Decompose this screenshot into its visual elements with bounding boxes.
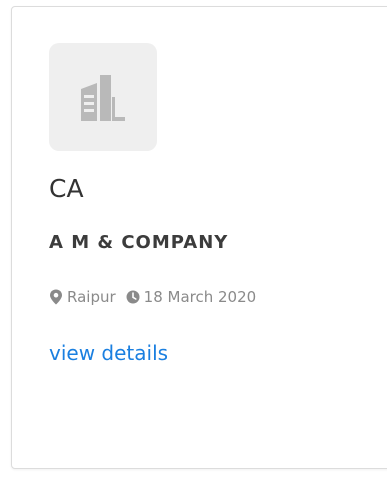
building-icon (81, 75, 125, 121)
map-pin-icon (49, 289, 63, 305)
job-role: CA (49, 174, 84, 203)
company-logo (49, 43, 157, 151)
job-location: Raipur (67, 288, 116, 306)
job-card: CA A M & COMPANY Raipur 18 March 2020 vi… (11, 6, 387, 469)
clock-icon (126, 289, 140, 305)
job-meta: Raipur 18 March 2020 (49, 287, 256, 307)
view-details-link[interactable]: view details (49, 340, 168, 366)
posted-date: 18 March 2020 (143, 288, 257, 306)
company-name: A M & COMPANY (49, 232, 229, 253)
